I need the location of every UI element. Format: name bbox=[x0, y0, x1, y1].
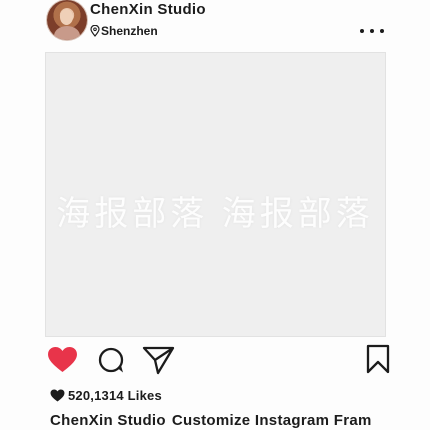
likes-row[interactable]: 520,1314 Likes bbox=[50, 388, 162, 403]
likes-count: 520,1314 Likes bbox=[68, 388, 162, 403]
avatar-face bbox=[60, 9, 73, 25]
comment-bubble-icon[interactable] bbox=[98, 347, 125, 374]
post-header: ChenXin Studio Shenzhen bbox=[0, 0, 430, 50]
watermark: 海报部落 海报部落 bbox=[56, 195, 374, 233]
action-bar bbox=[0, 343, 430, 377]
heart-icon bbox=[50, 389, 65, 402]
more-dots-icon bbox=[360, 29, 364, 33]
more-dot bbox=[380, 29, 384, 33]
caption-text: Customize Instagram Fram bbox=[171, 412, 372, 429]
location-row[interactable]: Shenzhen bbox=[90, 24, 158, 38]
avatar[interactable] bbox=[47, 0, 87, 40]
heart-icon[interactable] bbox=[47, 346, 78, 373]
more-dot bbox=[370, 29, 374, 33]
more-options-button[interactable] bbox=[360, 24, 384, 38]
avatar-body bbox=[54, 26, 80, 40]
bookmark-icon[interactable] bbox=[366, 344, 390, 374]
username[interactable]: ChenXin Studio bbox=[90, 1, 206, 18]
location-pin-icon bbox=[90, 25, 100, 37]
paper-plane-icon[interactable] bbox=[142, 346, 175, 375]
caption: ChenXin Studio Customize Instagram Fram bbox=[50, 412, 430, 429]
location-label: Shenzhen bbox=[101, 24, 158, 38]
caption-username[interactable]: ChenXin Studio bbox=[50, 412, 166, 429]
